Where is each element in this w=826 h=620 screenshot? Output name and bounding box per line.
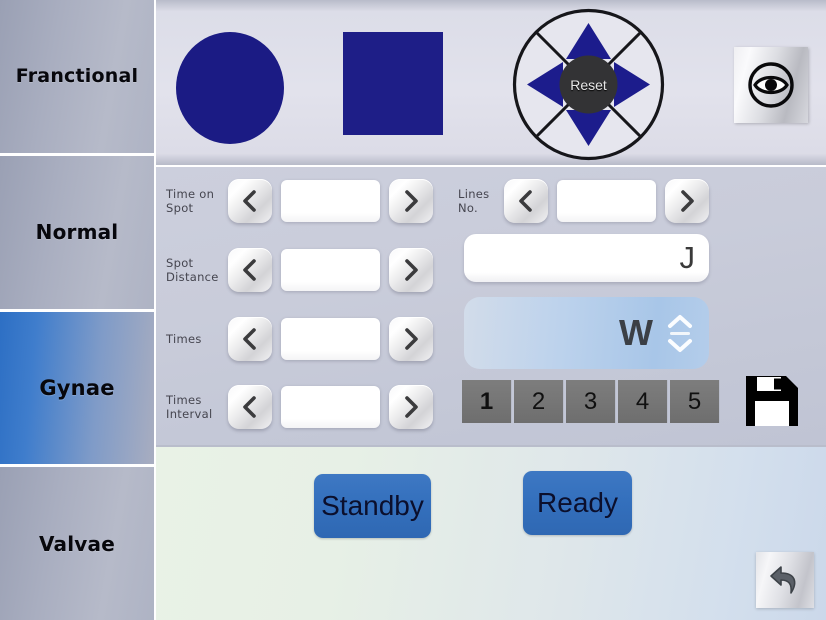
sidebar-item-label: Franctional xyxy=(15,65,139,88)
chevron-left-icon xyxy=(243,259,256,281)
direction-pad[interactable]: Reset xyxy=(511,7,666,162)
chevron-left-icon xyxy=(243,190,256,212)
spot-distance-label: Spot Distance xyxy=(166,256,219,284)
chevron-right-icon xyxy=(405,328,418,350)
time-on-spot-input[interactable] xyxy=(281,180,380,222)
power-unit-label: W xyxy=(619,312,653,353)
times-interval-input[interactable] xyxy=(281,386,380,428)
time-on-spot-label: Time on Spot xyxy=(166,187,215,215)
square-shape-icon[interactable] xyxy=(343,32,443,135)
standby-button[interactable]: Standby xyxy=(314,474,431,538)
field-row-spot-distance: Spot Distance xyxy=(166,248,433,292)
chevron-right-icon xyxy=(405,190,418,212)
back-button[interactable] xyxy=(756,552,814,608)
application-window: Franctional Normal Gynae Valvae Reset Ti… xyxy=(0,0,826,620)
chevron-left-icon xyxy=(243,328,256,350)
lines-no-increment-button[interactable] xyxy=(665,179,709,223)
power-value-spinner[interactable]: W xyxy=(464,297,709,369)
action-bar: Standby Ready xyxy=(156,445,826,620)
times-interval-label: Times Interval xyxy=(166,393,213,421)
chevron-left-icon xyxy=(243,396,256,418)
eye-icon xyxy=(748,62,794,108)
times-input[interactable] xyxy=(281,318,380,360)
shape-toolbar: Reset xyxy=(156,0,826,167)
sidebar-item-franctional[interactable]: Franctional xyxy=(0,0,154,156)
field-row-times-interval: Times Interval xyxy=(166,385,433,429)
save-button[interactable] xyxy=(743,373,801,429)
field-row-times: Times xyxy=(166,317,433,361)
chevron-right-icon xyxy=(405,396,418,418)
sidebar-item-gynae[interactable]: Gynae xyxy=(0,311,154,468)
field-row-lines-no: Lines No. xyxy=(458,179,709,223)
sidebar-item-normal[interactable]: Normal xyxy=(0,155,154,312)
times-increment-button[interactable] xyxy=(389,317,433,361)
chevron-up-icon xyxy=(668,314,692,328)
sidebar-item-valvae[interactable]: Valvae xyxy=(0,467,154,620)
main-panel: Reset Time on Spot Spot Distance Times T… xyxy=(154,0,826,620)
eye-icon-button[interactable] xyxy=(734,47,808,123)
sidebar-item-label: Normal xyxy=(35,220,119,245)
energy-value-field[interactable]: J xyxy=(464,234,709,282)
field-row-time-on-spot: Time on Spot xyxy=(166,179,433,223)
lines-no-label: Lines No. xyxy=(458,187,490,215)
power-stepper[interactable] xyxy=(665,314,695,353)
preset-button-5[interactable]: 5 xyxy=(670,380,720,423)
spot-distance-increment-button[interactable] xyxy=(389,248,433,292)
times-decrement-button[interactable] xyxy=(228,317,272,361)
sidebar-item-label: Gynae xyxy=(39,375,115,400)
mode-sidebar: Franctional Normal Gynae Valvae xyxy=(0,0,154,620)
spot-distance-decrement-button[interactable] xyxy=(228,248,272,292)
preset-button-group: 1 2 3 4 5 xyxy=(462,380,720,423)
chevron-right-icon xyxy=(405,259,418,281)
ready-button[interactable]: Ready xyxy=(523,471,632,535)
preset-button-1[interactable]: 1 xyxy=(462,380,512,423)
time-on-spot-decrement-button[interactable] xyxy=(228,179,272,223)
preset-button-4[interactable]: 4 xyxy=(618,380,668,423)
preset-button-2[interactable]: 2 xyxy=(514,380,564,423)
chevron-left-icon xyxy=(519,190,532,212)
chevron-right-icon xyxy=(681,190,694,212)
preset-button-3[interactable]: 3 xyxy=(566,380,616,423)
save-floppy-icon xyxy=(746,376,798,426)
chevron-down-icon xyxy=(668,338,692,352)
energy-unit-label: J xyxy=(679,240,696,275)
lines-no-decrement-button[interactable] xyxy=(504,179,548,223)
times-label: Times xyxy=(166,332,202,346)
times-interval-increment-button[interactable] xyxy=(389,385,433,429)
parameter-form: Time on Spot Spot Distance Times Times I… xyxy=(156,167,826,445)
undo-arrow-icon xyxy=(770,566,796,594)
circle-shape-icon[interactable] xyxy=(176,32,284,144)
spot-distance-input[interactable] xyxy=(281,249,380,291)
spinner-divider xyxy=(670,331,690,335)
time-on-spot-increment-button[interactable] xyxy=(389,179,433,223)
sidebar-item-label: Valvae xyxy=(38,531,116,556)
times-interval-decrement-button[interactable] xyxy=(228,385,272,429)
lines-no-input[interactable] xyxy=(557,180,656,222)
